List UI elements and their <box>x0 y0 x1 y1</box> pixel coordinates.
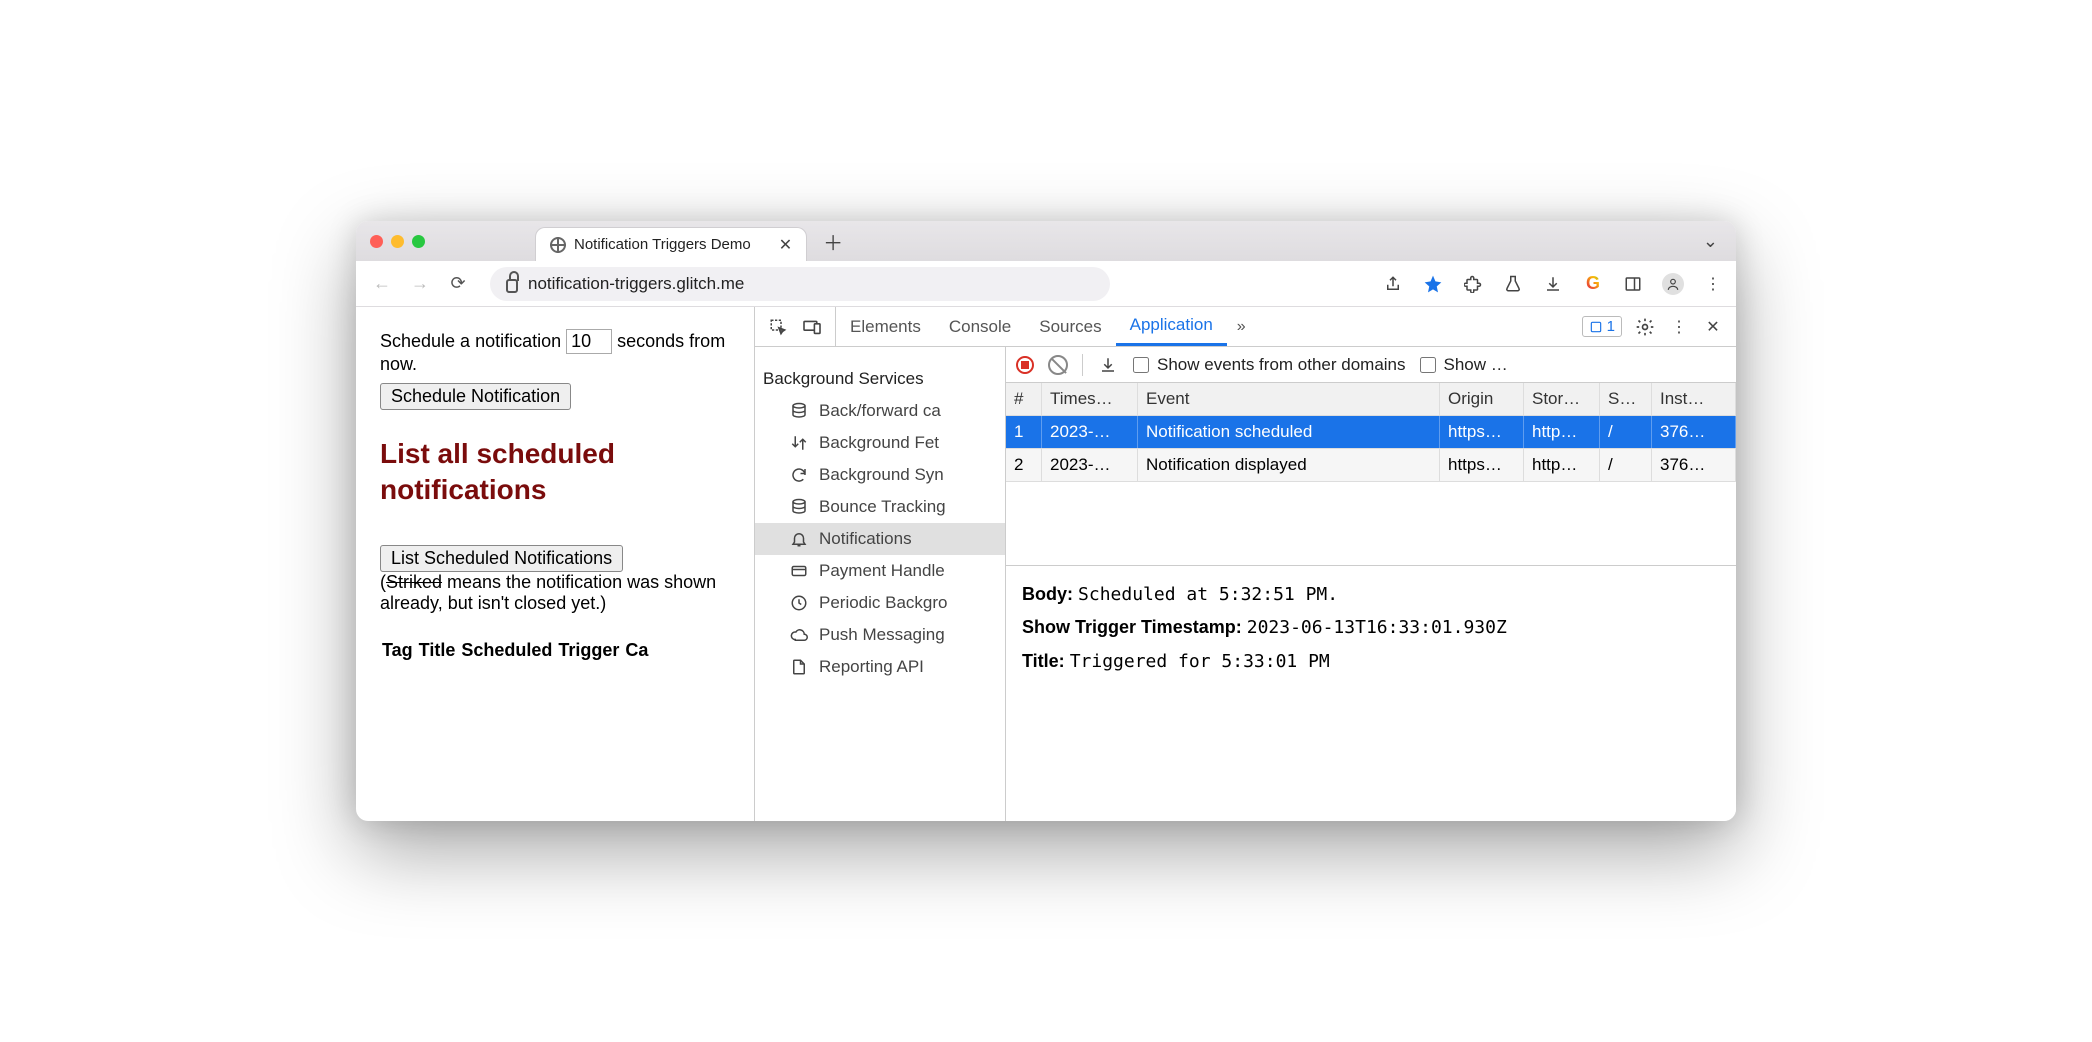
swap-icon <box>789 433 809 453</box>
sidebar-item-background-sync[interactable]: Background Syn <box>755 459 1005 491</box>
table-header-row: # Times… Event Origin Stor… S… Inst… <box>1006 383 1736 416</box>
page-heading: List all scheduled notifications <box>380 436 730 509</box>
detail-body-value: Scheduled at 5:32:51 PM. <box>1078 584 1338 605</box>
devtools-menu-icon[interactable]: ⋮ <box>1668 316 1690 338</box>
tab-elements[interactable]: Elements <box>836 307 935 346</box>
sidebar-item-back-forward-cache[interactable]: Back/forward ca <box>755 395 1005 427</box>
browser-tab[interactable]: Notification Triggers Demo ✕ <box>535 227 807 261</box>
lock-icon <box>506 279 518 293</box>
address-bar[interactable]: notification-triggers.glitch.me <box>490 267 1110 301</box>
settings-gear-icon[interactable] <box>1634 316 1656 338</box>
sidebar-item-push-messaging[interactable]: Push Messaging <box>755 619 1005 651</box>
forward-button[interactable]: → <box>406 270 434 298</box>
issues-badge[interactable]: 1 <box>1582 316 1622 337</box>
reload-button[interactable]: ⟳ <box>444 270 472 298</box>
extensions-icon[interactable] <box>1462 273 1484 295</box>
navbar: ← → ⟳ notification-triggers.glitch.me G … <box>356 261 1736 307</box>
detail-body-label: Body: <box>1022 584 1073 604</box>
detail-trigger-label: Show Trigger Timestamp: <box>1022 617 1242 637</box>
close-tab-button[interactable]: ✕ <box>779 235 792 255</box>
col-event[interactable]: Event <box>1138 383 1440 415</box>
tab-title: Notification Triggers Demo <box>574 236 751 253</box>
page-table-header: Tag Title Scheduled Trigger Ca <box>380 640 730 661</box>
detail-trigger-value: 2023-06-13T16:33:01.930Z <box>1247 617 1507 638</box>
show-more-checkbox[interactable]: Show … <box>1420 355 1508 375</box>
table-row[interactable]: 1 2023-… Notification scheduled https… h… <box>1006 416 1736 449</box>
sidebar-item-notifications[interactable]: Notifications <box>755 523 1005 555</box>
list-notifications-button[interactable]: List Scheduled Notifications <box>380 545 623 572</box>
back-button[interactable]: ← <box>368 270 396 298</box>
database-icon <box>789 497 809 517</box>
url-text: notification-triggers.glitch.me <box>528 274 744 294</box>
detail-title-label: Title: <box>1022 651 1065 671</box>
sidebar-item-bounce-tracking[interactable]: Bounce Tracking <box>755 491 1005 523</box>
sidebar-item-payment-handler[interactable]: Payment Handle <box>755 555 1005 587</box>
record-button[interactable] <box>1016 356 1034 374</box>
devtools-content: Background Services Back/forward ca Back… <box>755 347 1736 821</box>
col-timestamp[interactable]: Times… <box>1042 383 1138 415</box>
table-row[interactable]: 2 2023-… Notification displayed https… h… <box>1006 449 1736 482</box>
sidebar-item-reporting-api[interactable]: Reporting API <box>755 651 1005 683</box>
events-toolbar: Show events from other domains Show … <box>1006 347 1736 383</box>
tab-application[interactable]: Application <box>1116 307 1227 346</box>
clock-icon <box>789 593 809 613</box>
table-blank-area <box>1006 482 1736 566</box>
event-details: Body: Scheduled at 5:32:51 PM. Show Trig… <box>1006 566 1736 690</box>
inspect-icon[interactable] <box>767 316 789 338</box>
minimize-window-button[interactable] <box>391 235 404 248</box>
document-icon <box>789 657 809 677</box>
tabs-more-icon[interactable]: » <box>1227 318 1256 336</box>
cloud-icon <box>789 625 809 645</box>
close-window-button[interactable] <box>370 235 383 248</box>
schedule-notification-button[interactable]: Schedule Notification <box>380 383 571 410</box>
google-icon[interactable]: G <box>1582 273 1604 295</box>
devtools-close-icon[interactable]: ✕ <box>1702 316 1724 338</box>
device-toolbar-icon[interactable] <box>801 316 823 338</box>
tabs-dropdown-icon[interactable]: ⌄ <box>1703 231 1718 252</box>
toolbar-icons: G ⋮ <box>1382 273 1724 295</box>
page-content: Schedule a notification seconds from now… <box>356 307 754 821</box>
show-other-domains-checkbox[interactable]: Show events from other domains <box>1133 355 1406 375</box>
side-panel-icon[interactable] <box>1622 273 1644 295</box>
profile-avatar-icon[interactable] <box>1662 273 1684 295</box>
database-icon <box>789 401 809 421</box>
divider <box>1082 354 1083 376</box>
downloads-icon[interactable] <box>1542 273 1564 295</box>
col-instance[interactable]: Inst… <box>1652 383 1736 415</box>
new-tab-button[interactable]: ＋ <box>819 227 847 255</box>
application-sidebar: Background Services Back/forward ca Back… <box>755 347 1005 821</box>
detail-title-value: Triggered for 5:33:01 PM <box>1070 651 1330 672</box>
col-storage[interactable]: Stor… <box>1524 383 1600 415</box>
browser-window: Notification Triggers Demo ✕ ＋ ⌄ ← → ⟳ n… <box>356 221 1736 821</box>
schedule-text: Schedule a notification seconds from now… <box>380 329 730 375</box>
maximize-window-button[interactable] <box>412 235 425 248</box>
devtools-tabbar: Elements Console Sources Application » 1… <box>755 307 1736 347</box>
col-scope[interactable]: S… <box>1600 383 1652 415</box>
events-table: # Times… Event Origin Stor… S… Inst… 1 2… <box>1006 383 1736 566</box>
bell-icon <box>789 529 809 549</box>
devtools-panel: Elements Console Sources Application » 1… <box>754 307 1736 821</box>
labs-flask-icon[interactable] <box>1502 273 1524 295</box>
sidebar-item-periodic-background[interactable]: Periodic Backgro <box>755 587 1005 619</box>
events-panel: Show events from other domains Show … # … <box>1005 347 1736 821</box>
globe-icon <box>550 237 566 253</box>
tab-sources[interactable]: Sources <box>1025 307 1115 346</box>
sync-icon <box>789 465 809 485</box>
bookmark-star-icon[interactable] <box>1422 273 1444 295</box>
window-controls <box>370 235 425 248</box>
chrome-menu-icon[interactable]: ⋮ <box>1702 273 1724 295</box>
note-text: (Striked means the notification was show… <box>380 572 730 614</box>
share-icon[interactable] <box>1382 273 1404 295</box>
sidebar-item-background-fetch[interactable]: Background Fet <box>755 427 1005 459</box>
content-area: Schedule a notification seconds from now… <box>356 307 1736 821</box>
col-origin[interactable]: Origin <box>1440 383 1524 415</box>
download-icon[interactable] <box>1097 354 1119 376</box>
col-number[interactable]: # <box>1006 383 1042 415</box>
titlebar: Notification Triggers Demo ✕ ＋ ⌄ <box>356 221 1736 261</box>
seconds-input[interactable] <box>566 329 612 354</box>
sidebar-section-title: Background Services <box>755 363 1005 395</box>
tab-console[interactable]: Console <box>935 307 1025 346</box>
card-icon <box>789 561 809 581</box>
clear-button[interactable] <box>1048 355 1068 375</box>
